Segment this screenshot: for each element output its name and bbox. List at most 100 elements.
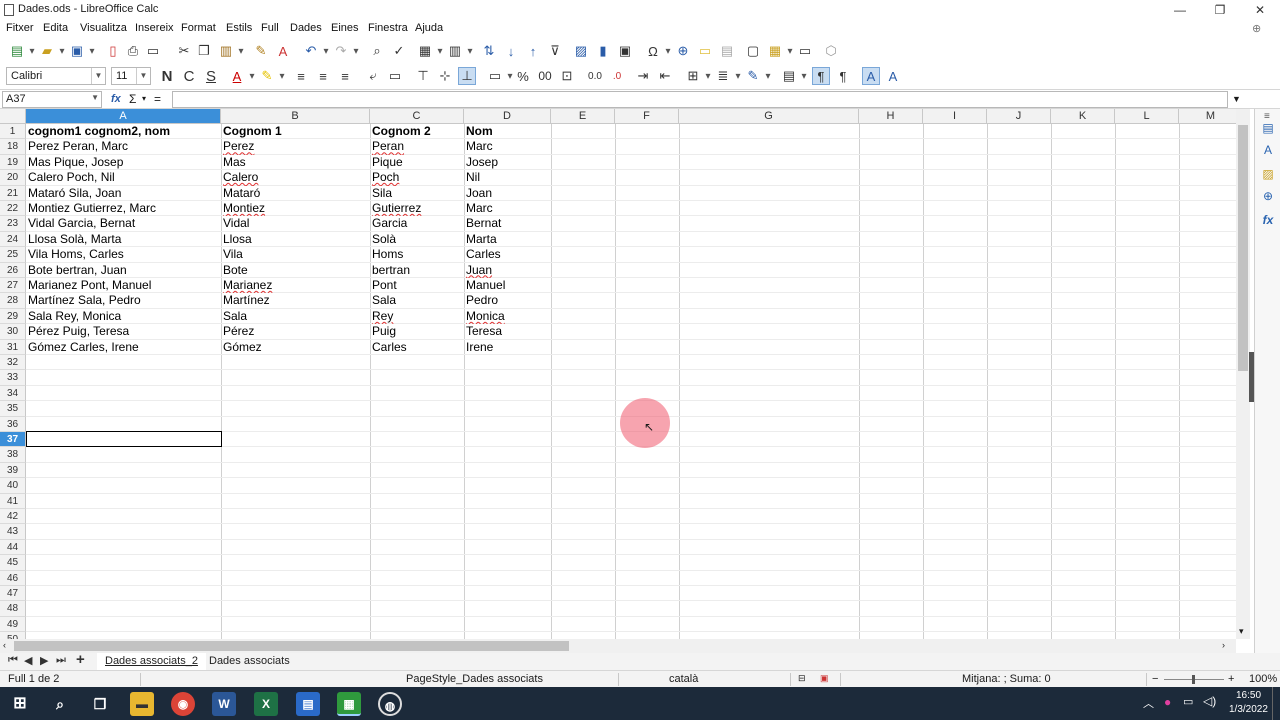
column-header-a[interactable]: A [26, 109, 221, 124]
column-header-j[interactable]: J [987, 109, 1051, 124]
column-header-l[interactable]: L [1115, 109, 1179, 124]
table-cell[interactable]: Josep [464, 155, 551, 170]
save-icon[interactable]: ▣ [68, 42, 86, 60]
table-cell[interactable]: Gómez [221, 340, 370, 355]
chevron-down-icon[interactable]: ▼ [136, 68, 150, 84]
table-cell[interactable]: Homs [370, 247, 464, 262]
scroll-right-icon[interactable]: › [1222, 640, 1225, 650]
minimize-button[interactable]: — [1160, 0, 1200, 20]
tray-app-icon[interactable]: ● [1164, 695, 1171, 709]
row-header[interactable]: 1 [0, 124, 26, 140]
properties-icon[interactable]: ▤ [1260, 121, 1276, 137]
header-cell[interactable]: Cognom 2 [370, 124, 464, 139]
merge-center-icon[interactable]: ▭ [386, 67, 404, 85]
menu-full[interactable]: Full [261, 22, 279, 34]
table-cell[interactable]: Poch [370, 170, 464, 185]
table-cell[interactable]: Calero Poch, Nil [26, 170, 221, 185]
number-format-button[interactable]: 00 [536, 67, 554, 85]
column-header-i[interactable]: I [923, 109, 987, 124]
table-cell[interactable]: Rey [370, 309, 464, 324]
selected-cell[interactable] [26, 431, 222, 448]
wrap-text-icon[interactable]: ⤶ [364, 67, 382, 85]
chevron-down-icon[interactable]: ▾ [664, 42, 672, 60]
close-button[interactable]: ✕ [1240, 0, 1280, 20]
selection-mode-icon[interactable]: ⊟ [798, 673, 806, 684]
chevron-down-icon[interactable]: ▾ [278, 67, 286, 85]
menu-dades[interactable]: Dades [290, 22, 322, 34]
table-cell[interactable]: Gómez Carles, Irene [26, 340, 221, 355]
chevron-down-icon[interactable]: ▼ [91, 93, 99, 102]
chevron-down-icon[interactable]: ▾ [436, 42, 444, 60]
chevron-down-icon[interactable]: ▾ [764, 67, 772, 85]
clock-time[interactable]: 16:50 [1236, 690, 1261, 701]
table-cell[interactable]: Marianez [221, 278, 370, 293]
document-modified-icon[interactable]: ▣ [820, 673, 829, 684]
navigator-icon[interactable]: ⊕ [1260, 189, 1276, 205]
table-cell[interactable]: Perez Peran, Marc [26, 139, 221, 154]
table-cell[interactable]: Gutierrez [370, 201, 464, 216]
chevron-down-icon[interactable]: ▾ [142, 94, 146, 103]
column-header-m[interactable]: M [1179, 109, 1236, 124]
freeze-rows-icon[interactable]: ▦ [766, 42, 784, 60]
new-document-icon[interactable]: ▤ [8, 42, 26, 60]
table-cell[interactable]: Vidal [221, 216, 370, 231]
row-header[interactable]: 22 [0, 201, 26, 217]
table-cell[interactable]: Carles [370, 340, 464, 355]
row-header[interactable]: 46 [0, 570, 26, 586]
chevron-down-icon[interactable]: ▾ [800, 67, 808, 85]
row-header[interactable]: 34 [0, 385, 26, 402]
menu-fitxer[interactable]: Fitxer [6, 22, 34, 34]
menu-visualitza[interactable]: Visualitza [80, 22, 127, 34]
table-cell[interactable]: bertran [370, 263, 464, 278]
calc-taskbar-icon[interactable]: ▦ [337, 692, 361, 716]
currency-format-icon[interactable]: ▭ [486, 67, 504, 85]
table-cell[interactable]: Pont [370, 278, 464, 293]
network-icon[interactable]: ▭ [1183, 695, 1193, 708]
row-header[interactable]: 25 [0, 247, 26, 263]
table-cell[interactable]: Calero [221, 170, 370, 185]
table-cell[interactable]: Vila [221, 247, 370, 262]
row-header[interactable]: 40 [0, 478, 26, 494]
font-name-combo[interactable]: Calibri ▼ [6, 67, 106, 85]
header-cell[interactable]: Nom [464, 124, 551, 139]
hyperlink-icon[interactable]: ⊕ [674, 42, 692, 60]
chrome-icon[interactable]: ◉ [171, 692, 195, 716]
previous-sheet-icon[interactable]: ◀ [24, 654, 32, 667]
table-cell[interactable]: Sala Rey, Monica [26, 309, 221, 324]
print-icon[interactable]: ⎙ [124, 42, 142, 60]
row-header[interactable]: 45 [0, 555, 26, 571]
paste-icon[interactable]: ▥ [217, 42, 235, 60]
table-cell[interactable]: Marc [464, 139, 551, 154]
copy-icon[interactable]: ❐ [195, 42, 213, 60]
chevron-down-icon[interactable]: ▾ [734, 67, 742, 85]
align-right-icon[interactable]: ≡ [336, 67, 354, 85]
scroll-left-icon[interactable]: ‹ [3, 640, 6, 650]
column-header-b[interactable]: B [221, 109, 370, 124]
chevron-down-icon[interactable]: ▾ [248, 67, 256, 85]
row-header[interactable]: 30 [0, 324, 26, 340]
menu-format[interactable]: Format [181, 22, 216, 34]
sidebar-collapse-handle[interactable] [1249, 352, 1254, 402]
row-header[interactable]: 43 [0, 524, 26, 540]
table-cell[interactable]: Puig [370, 324, 464, 339]
search-icon[interactable]: ⌕ [48, 692, 72, 716]
windows-start-icon[interactable]: ⊞ [8, 692, 32, 716]
zoom-level[interactable]: 100% [1249, 673, 1277, 685]
delete-decimal-button[interactable]: .0 [608, 67, 626, 85]
table-cell[interactable]: Martínez [221, 293, 370, 308]
column-header-c[interactable]: C [370, 109, 464, 124]
formula-button[interactable]: = [154, 92, 161, 106]
row-header[interactable]: 26 [0, 262, 26, 278]
text-direction-tb-icon[interactable]: A [884, 67, 902, 85]
table-cell[interactable]: Pérez Puig, Teresa [26, 324, 221, 339]
insert-image-icon[interactable]: ▨ [572, 42, 590, 60]
table-cell[interactable]: Marta [464, 232, 551, 247]
row-header[interactable]: 48 [0, 601, 26, 617]
header-cell[interactable]: cognom1 cognom2, nom [26, 124, 221, 139]
chevron-down-icon[interactable]: ▾ [466, 42, 474, 60]
row-header[interactable]: 21 [0, 185, 26, 201]
table-cell[interactable]: Marianez Pont, Manuel [26, 278, 221, 293]
page-style[interactable]: PageStyle_Dades associats [406, 673, 543, 685]
volume-icon[interactable]: ◁) [1203, 694, 1216, 708]
row-header[interactable]: 19 [0, 154, 26, 171]
